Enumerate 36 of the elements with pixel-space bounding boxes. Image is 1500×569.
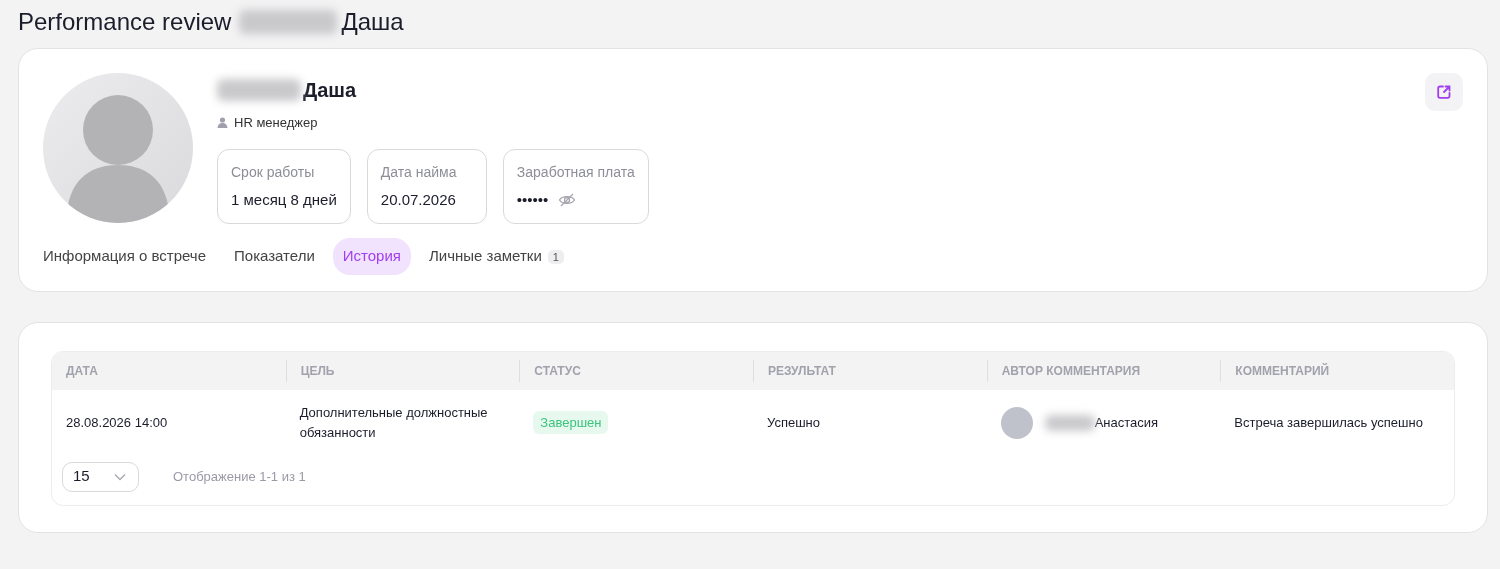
tab[interactable]: История xyxy=(332,238,411,275)
column-header: ДАТА xyxy=(65,362,99,380)
pagination-summary: Отображение 1-1 из 1 xyxy=(173,467,306,486)
table-cell-text: 28.08.2026 14:00 xyxy=(65,413,169,432)
table-cell-text: Успешно xyxy=(766,413,821,432)
author-name: Анастасия xyxy=(1094,413,1159,432)
stat-label: Заработная плата xyxy=(516,162,635,182)
job-title: HR менеджер xyxy=(234,114,318,132)
table-cell-text: Встреча завершилась успешно xyxy=(1233,413,1424,432)
column-header: АВТОР КОММЕНТАРИЯ xyxy=(986,359,1221,382)
stat-value: 20.07.2026 xyxy=(380,189,457,210)
external-link-icon xyxy=(1436,84,1452,100)
table-cell-text: Дополнительные должностные обязанности xyxy=(298,404,489,442)
eye-slash-icon[interactable] xyxy=(558,191,577,208)
status-tag: Завершен xyxy=(533,410,609,435)
tab[interactable]: Показатели xyxy=(224,238,325,275)
page-title: Performance review xyxy=(18,7,232,37)
person-icon xyxy=(217,117,228,129)
external-link-button[interactable] xyxy=(1425,73,1463,111)
stat-label: Дата найма xyxy=(380,162,458,182)
count-badge: 1 xyxy=(547,250,564,264)
chevron-down-icon xyxy=(114,472,126,481)
page-size-select[interactable]: 15 xyxy=(62,461,139,492)
tab[interactable]: Личные заметки 1 xyxy=(418,238,574,275)
page-title-name: Даша xyxy=(341,7,404,37)
employee-name: Даша xyxy=(303,78,357,103)
column-header: РЕЗУЛЬТАТ xyxy=(753,359,987,382)
tab[interactable]: Информация о встрече xyxy=(33,238,217,275)
stat-label: Срок работы xyxy=(231,162,316,182)
masked-value: •••••• xyxy=(516,189,549,210)
column-header: КОММЕНТАРИЙ xyxy=(1220,359,1454,382)
column-header: ЦЕЛЬ xyxy=(285,359,520,382)
column-header: СТАТУС xyxy=(519,359,753,382)
avatar-placeholder xyxy=(1000,406,1033,439)
page-size-value: 15 xyxy=(73,466,90,487)
stat-value: 1 месяц 8 дней xyxy=(231,189,337,210)
